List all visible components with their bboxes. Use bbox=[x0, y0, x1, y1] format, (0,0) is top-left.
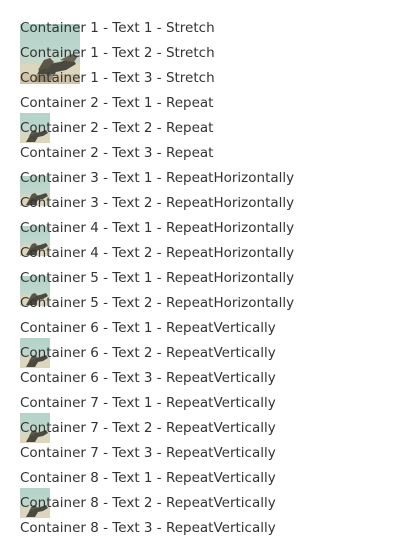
text-line-label: Container 3 - Text 2 - RepeatHorizontall… bbox=[20, 195, 295, 211]
text-line-label: Container 1 - Text 1 - Stretch bbox=[20, 20, 215, 36]
text-line: Container 1 - Text 3 - Stretch bbox=[20, 66, 215, 91]
text-line-label: Container 7 - Text 3 - RepeatVertically bbox=[20, 445, 276, 461]
text-line-label: Container 2 - Text 3 - Repeat bbox=[20, 145, 214, 161]
text-line-label: Container 7 - Text 2 - RepeatVertically bbox=[20, 420, 276, 436]
text-line-label: Container 8 - Text 2 - RepeatVertically bbox=[20, 495, 276, 511]
text-line: Container 7 - Text 3 - RepeatVertically bbox=[20, 441, 276, 466]
text-line: Container 4 - Text 1 - RepeatHorizontall… bbox=[20, 216, 294, 241]
text-line-label: Container 7 - Text 1 - RepeatVertically bbox=[20, 395, 276, 411]
text-line-label: Container 4 - Text 1 - RepeatHorizontall… bbox=[20, 220, 295, 236]
text-line-label: Container 3 - Text 1 - RepeatHorizontall… bbox=[20, 170, 295, 186]
text-line-label: Container 1 - Text 2 - Stretch bbox=[20, 45, 215, 61]
text-line-label: Container 2 - Text 1 - Repeat bbox=[20, 95, 214, 111]
text-line: Container 5 - Text 1 - RepeatHorizontall… bbox=[20, 266, 294, 291]
text-line-label: Container 4 - Text 2 - RepeatHorizontall… bbox=[20, 245, 295, 261]
text-line-label: Container 1 - Text 3 - Stretch bbox=[20, 70, 215, 86]
text-line: Container 5 - Text 2 - RepeatHorizontall… bbox=[20, 291, 294, 316]
text-line-label: Container 5 - Text 2 - RepeatHorizontall… bbox=[20, 295, 295, 311]
text-line: Container 3 - Text 2 - RepeatHorizontall… bbox=[20, 191, 294, 216]
text-line: Container 7 - Text 2 - RepeatVertically bbox=[20, 416, 276, 441]
text-line: Container 6 - Text 2 - RepeatVertically bbox=[20, 341, 276, 366]
text-line: Container 8 - Text 2 - RepeatVertically bbox=[20, 491, 276, 516]
text-line-label: Container 2 - Text 2 - Repeat bbox=[20, 120, 214, 136]
text-line: Container 4 - Text 2 - RepeatHorizontall… bbox=[20, 241, 294, 266]
text-line-label: Container 6 - Text 2 - RepeatVertically bbox=[20, 345, 276, 361]
text-line: Container 8 - Text 3 - RepeatVertically bbox=[20, 516, 276, 541]
text-line-label: Container 8 - Text 3 - RepeatVertically bbox=[20, 520, 276, 536]
text-line: Container 2 - Text 3 - Repeat bbox=[20, 141, 213, 166]
text-line: Container 3 - Text 1 - RepeatHorizontall… bbox=[20, 166, 294, 191]
text-line: Container 6 - Text 1 - RepeatVertically bbox=[20, 316, 276, 341]
text-line-label: Container 5 - Text 1 - RepeatHorizontall… bbox=[20, 270, 295, 286]
text-line-label: Container 8 - Text 1 - RepeatVertically bbox=[20, 470, 276, 486]
text-line-label: Container 6 - Text 1 - RepeatVertically bbox=[20, 320, 276, 336]
text-line: Container 8 - Text 1 - RepeatVertically bbox=[20, 466, 276, 491]
text-line-label: Container 6 - Text 3 - RepeatVertically bbox=[20, 370, 276, 386]
text-line: Container 7 - Text 1 - RepeatVertically bbox=[20, 391, 276, 416]
text-line: Container 6 - Text 3 - RepeatVertically bbox=[20, 366, 276, 391]
